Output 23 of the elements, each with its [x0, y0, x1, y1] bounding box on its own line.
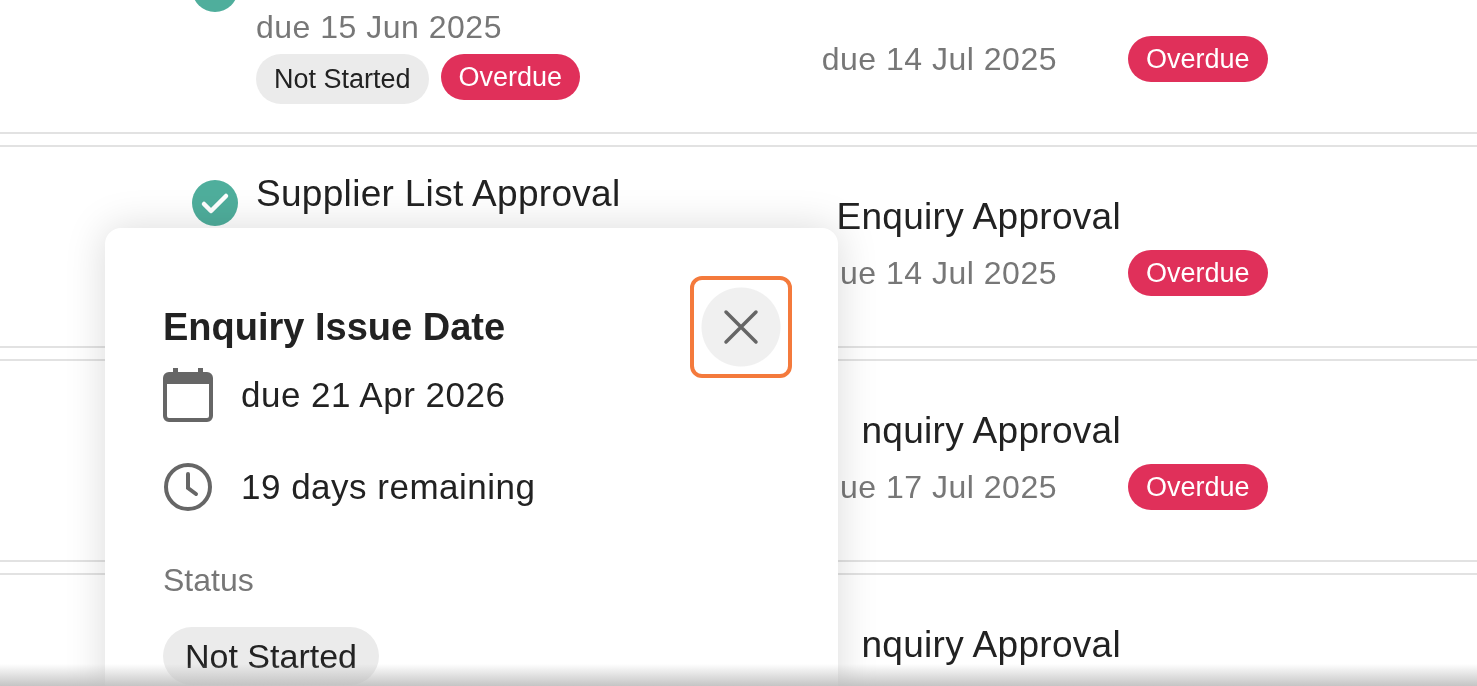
task-title[interactable]: Supplier List Approval: [256, 174, 621, 214]
overdue-badge: Overdue: [1128, 464, 1268, 510]
close-icon: [723, 309, 759, 345]
overdue-badge: Overdue: [440, 54, 581, 100]
due-date: due 14 Jul 2025: [821, 41, 1057, 77]
check-circle-icon: [192, 180, 238, 226]
overdue-badge: Overdue: [1128, 250, 1268, 296]
status-label: Status: [163, 562, 255, 599]
status-badge: Not Started: [163, 627, 379, 685]
clock-icon: [163, 462, 213, 512]
task-title[interactable]: nquiry Approval: [861, 625, 1121, 665]
task-title[interactable]: nquiry Approval: [861, 411, 1121, 451]
status-badge: Not Started: [256, 54, 429, 104]
days-remaining: 19 days remaining: [241, 467, 536, 507]
task-title[interactable]: Enquiry Approval: [836, 197, 1121, 237]
popover-due-date: due 21 Apr 2026: [241, 375, 506, 415]
calendar-icon: [163, 368, 213, 422]
due-date: ue 14 Jul 2025: [840, 255, 1057, 291]
due-date: due 15 Jun 2025: [256, 9, 502, 45]
close-button[interactable]: [690, 276, 792, 378]
overdue-badge: Overdue: [1128, 36, 1268, 82]
popover-title: Enquiry Issue Date: [163, 305, 506, 349]
due-date: ue 17 Jul 2025: [840, 469, 1057, 505]
